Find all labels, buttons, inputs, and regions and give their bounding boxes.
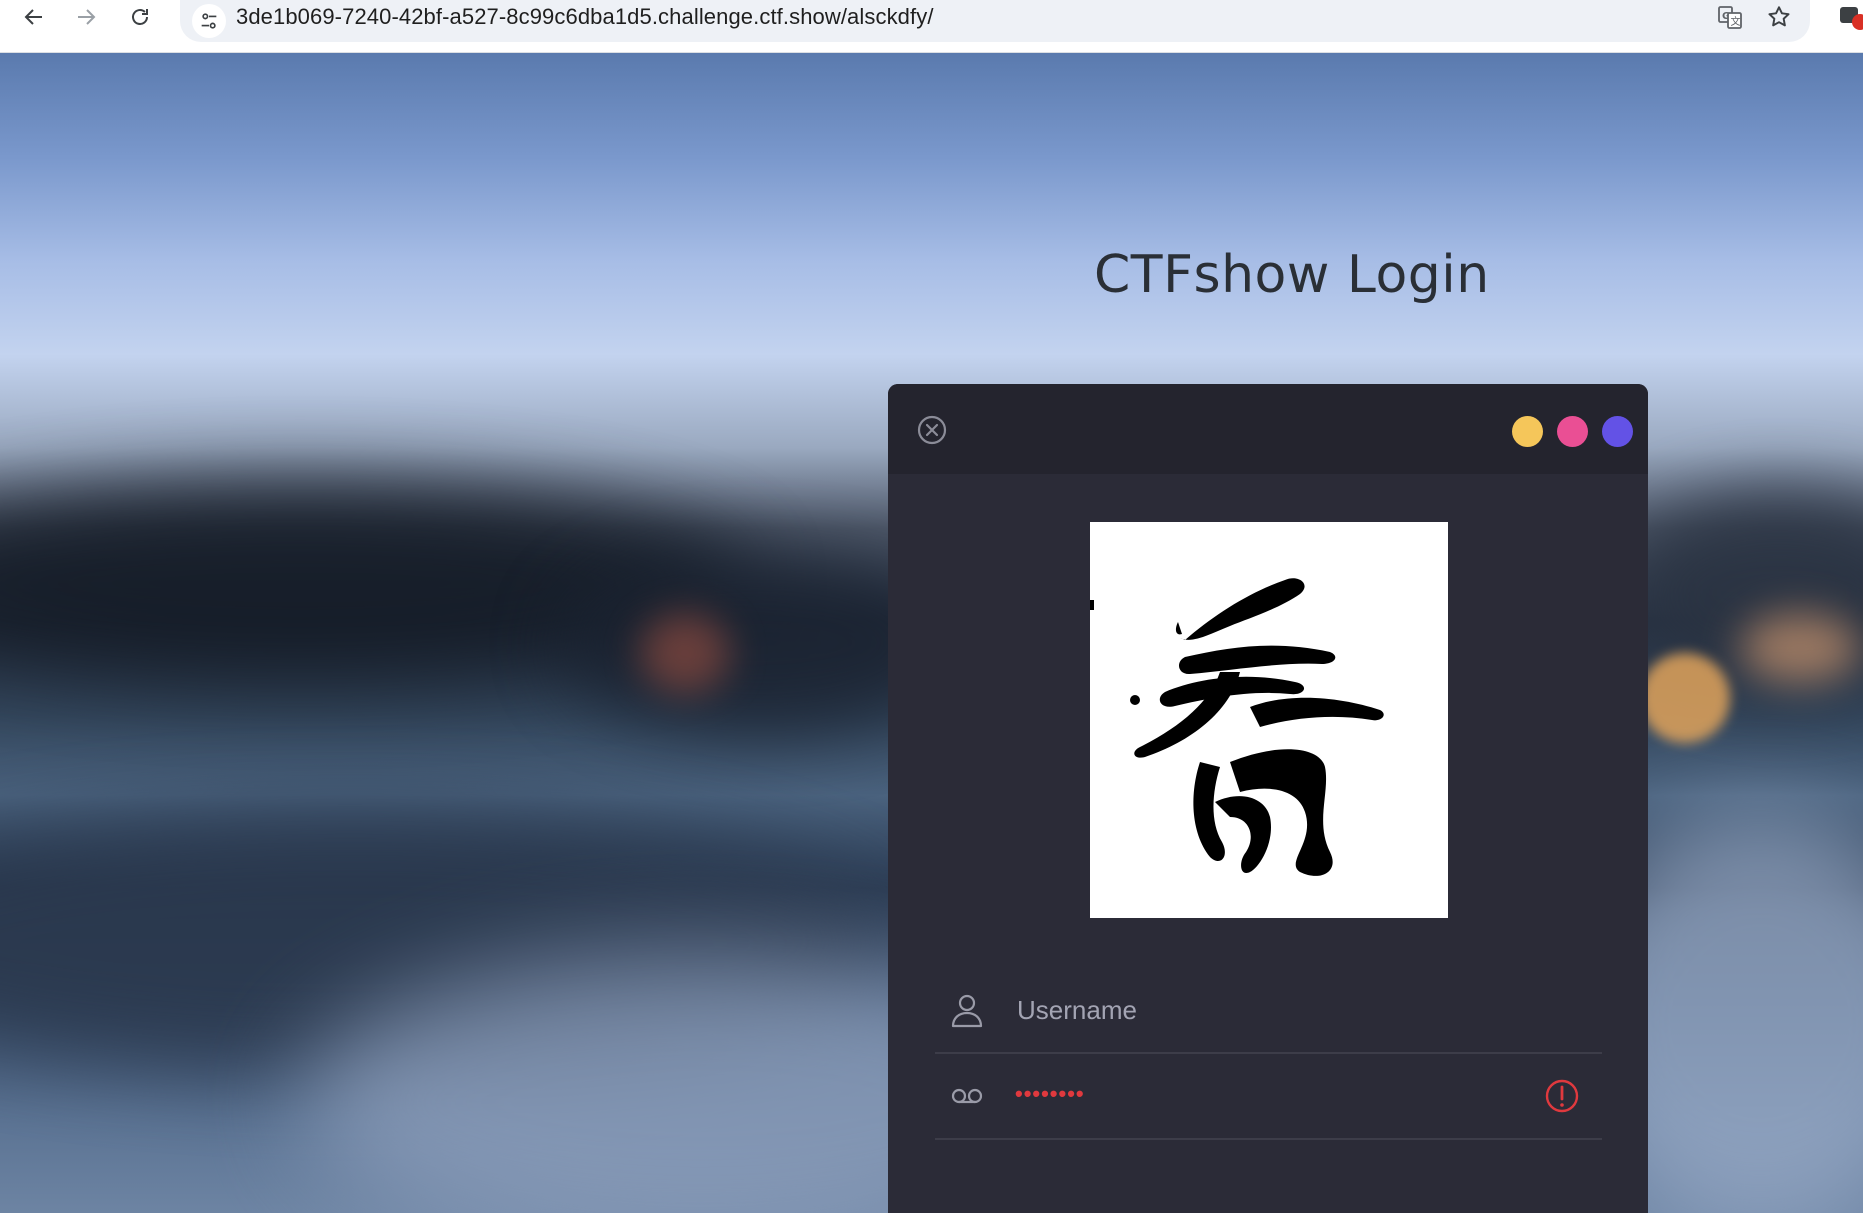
login-card: ••••••••: [888, 384, 1648, 1213]
window-dot-yellow[interactable]: [1512, 416, 1543, 447]
user-icon: [951, 994, 983, 1028]
address-bar[interactable]: 3de1b069-7240-42bf-a527-8c99c6dba1d5.cha…: [180, 0, 1810, 42]
back-button[interactable]: [14, 2, 54, 32]
tune-icon: [201, 13, 217, 29]
arrow-right-icon: [78, 9, 96, 25]
close-circle-icon: [917, 415, 947, 445]
close-button[interactable]: [916, 414, 948, 446]
password-row: ••••••••: [935, 1052, 1602, 1140]
url-text[interactable]: 3de1b069-7240-42bf-a527-8c99c6dba1d5.cha…: [236, 2, 934, 32]
arrow-left-icon: [24, 9, 42, 25]
forward-button[interactable]: [66, 2, 106, 32]
card-header: [888, 384, 1648, 474]
extension-button[interactable]: [1838, 2, 1863, 32]
translate-button[interactable]: G 文: [1713, 2, 1747, 32]
username-input[interactable]: [1015, 984, 1539, 1036]
star-icon: [1768, 6, 1790, 27]
site-info-button[interactable]: [192, 4, 226, 38]
username-row: [935, 966, 1602, 1054]
bookmark-button[interactable]: [1762, 2, 1796, 32]
svg-text:文: 文: [1731, 15, 1741, 28]
window-dot-purple[interactable]: [1602, 416, 1633, 447]
window-dot-pink[interactable]: [1557, 416, 1588, 447]
translate-icon: G 文: [1718, 6, 1742, 29]
reload-button[interactable]: [120, 2, 160, 32]
reload-icon: [132, 9, 148, 25]
calligraphy-character-image: [1090, 578, 1384, 876]
alert-circle-icon: [1545, 1079, 1579, 1113]
page-title: CTFshow Login: [1094, 245, 1490, 305]
browser-toolbar: 3de1b069-7240-42bf-a527-8c99c6dba1d5.cha…: [0, 0, 1863, 53]
extension-icon: [1840, 7, 1863, 30]
voicemail-icon: [951, 1088, 983, 1104]
password-input[interactable]: ••••••••: [1015, 1074, 1085, 1114]
calligraphy-image: [1090, 522, 1448, 918]
